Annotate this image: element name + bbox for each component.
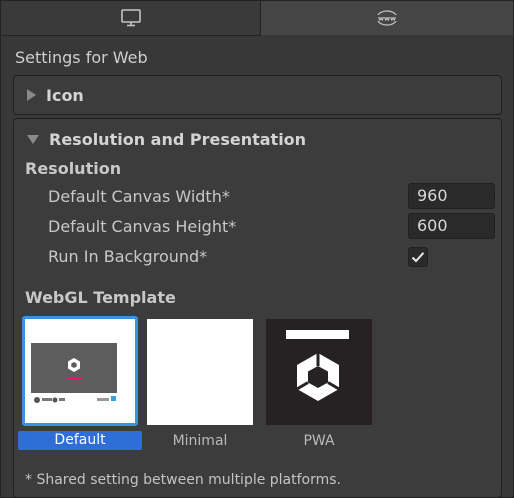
template-default[interactable]: Default [17, 316, 142, 450]
page-title: Settings for Web [15, 48, 148, 67]
www-globe-icon: www [375, 10, 399, 26]
run-in-background-label: Run In Background* [48, 247, 208, 266]
resolution-foldout-label: Resolution and Presentation [49, 129, 307, 149]
resolution-heading: Resolution [25, 159, 122, 178]
icon-foldout-label: Icon [46, 85, 84, 105]
template-pwa-thumbnail[interactable] [266, 319, 372, 425]
www-text: www [378, 14, 396, 22]
canvas-width-field[interactable]: 960 [408, 183, 495, 209]
template-minimal[interactable]: Minimal [147, 319, 253, 449]
checkmark-icon [411, 248, 425, 267]
canvas-height-field[interactable]: 600 [408, 213, 495, 239]
build-settings-panel: www Settings for Web Icon Resolution and… [0, 0, 514, 498]
resolution-foldout-panel: Resolution and Presentation Resolution D… [13, 118, 502, 498]
monitor-icon [121, 9, 141, 27]
canvas-height-label: Default Canvas Height* [48, 217, 237, 236]
tab-standalone[interactable] [2, 1, 261, 36]
platform-tab-bar: www [1, 1, 513, 36]
canvas-width-label: Default Canvas Width* [48, 187, 230, 206]
template-default-label: Default [18, 431, 142, 450]
run-in-background-checkbox[interactable] [408, 247, 428, 267]
foldout-collapsed-arrow-icon [27, 89, 36, 101]
resolution-foldout-header[interactable]: Resolution and Presentation [27, 127, 306, 151]
shared-setting-footnote: * Shared setting between multiple platfo… [25, 472, 342, 488]
tab-web[interactable]: www [261, 1, 513, 35]
template-default-thumbnail[interactable] [22, 316, 138, 426]
template-minimal-label: Minimal [172, 433, 228, 449]
foldout-expanded-arrow-icon [27, 134, 39, 144]
icon-foldout-panel: Icon [13, 75, 502, 115]
template-minimal-thumbnail[interactable] [147, 319, 253, 425]
webgl-template-heading: WebGL Template [25, 288, 176, 307]
template-pwa-label: PWA [303, 433, 335, 449]
template-pwa[interactable]: PWA [266, 319, 372, 449]
icon-foldout-header[interactable]: Icon [27, 83, 84, 107]
